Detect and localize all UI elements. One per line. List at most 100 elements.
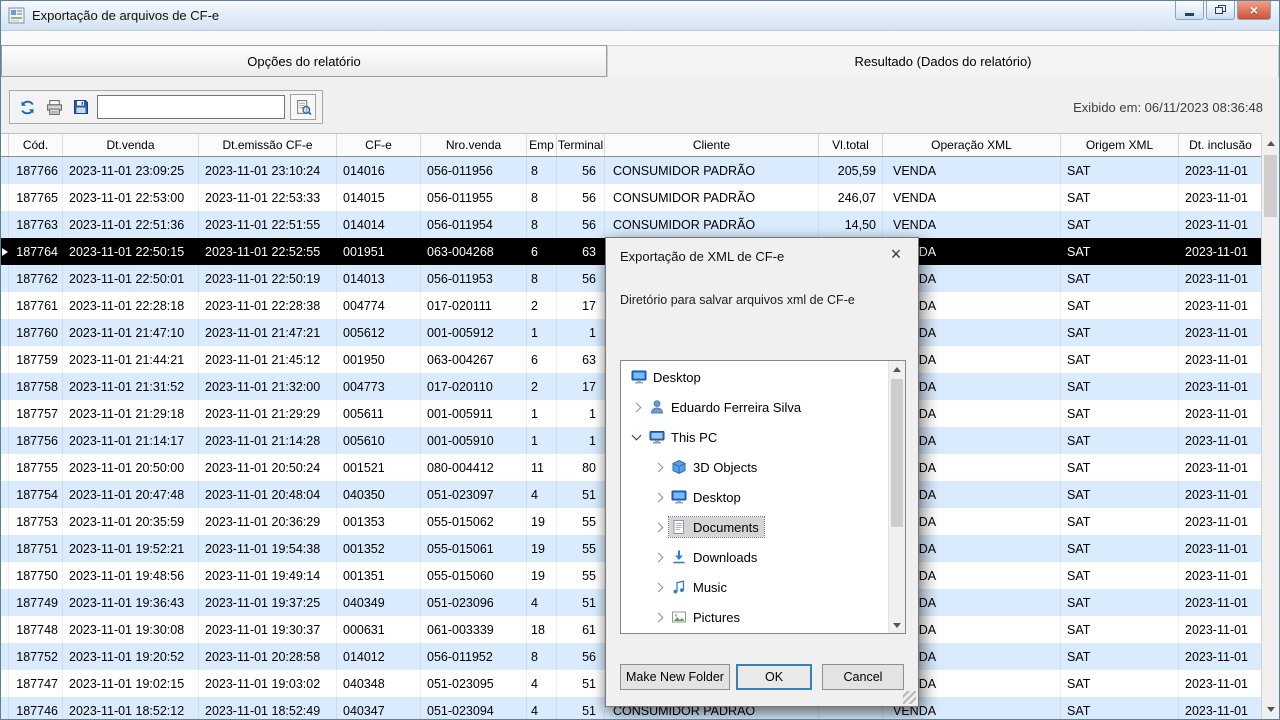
tree-item-desktop[interactable]: Desktop <box>621 482 888 512</box>
chevron-expanded-icon[interactable] <box>632 431 642 441</box>
tree-scroll-thumb[interactable] <box>891 379 903 527</box>
header-terminal[interactable]: Terminal <box>557 134 605 156</box>
header-cliente[interactable]: Cliente <box>605 134 819 156</box>
scroll-thumb[interactable] <box>1264 155 1277 217</box>
chevron-collapsed-icon[interactable] <box>654 612 664 622</box>
cell-emp: 1 <box>527 319 557 346</box>
tree-scroll-up-button[interactable] <box>889 361 905 377</box>
cell-cod: 187751 <box>9 535 63 562</box>
table-row[interactable]: 1877632023-11-01 22:51:362023-11-01 22:5… <box>1 211 1263 238</box>
toolbar-group <box>9 90 323 124</box>
tree-item-this-pc[interactable]: This PC <box>621 422 888 452</box>
window-title: Exportação de arquivos de CF-e <box>32 8 219 23</box>
tree-item-downloads[interactable]: Downloads <box>621 542 888 572</box>
cell-origem: SAT <box>1061 616 1179 643</box>
tree-scroll-down-button[interactable] <box>889 617 905 633</box>
tree-item-music[interactable]: Music <box>621 572 888 602</box>
search-input[interactable] <box>97 95 285 119</box>
cell-terminal: 80 <box>557 454 605 481</box>
cell-cod: 187762 <box>9 265 63 292</box>
ok-label: OK <box>765 670 783 684</box>
header-origem-xml[interactable]: Origem XML <box>1061 134 1179 156</box>
window-controls: × <box>1175 1 1271 20</box>
tree-item-desktop[interactable]: Desktop <box>621 362 888 392</box>
chevron-collapsed-icon[interactable] <box>654 522 664 532</box>
cell-dt_inclusao: 2023-11-01 <box>1179 373 1263 400</box>
user-icon <box>649 399 665 415</box>
restore-button[interactable] <box>1206 1 1235 20</box>
minimize-button[interactable] <box>1175 1 1204 20</box>
cell-origem: SAT <box>1061 697 1179 720</box>
cell-dt_inclusao: 2023-11-01 <box>1179 562 1263 589</box>
tree-item-inner: 3D Objects <box>669 457 762 477</box>
cell-emp: 8 <box>527 211 557 238</box>
dialog-close-button[interactable]: × <box>884 242 908 266</box>
chevron-collapsed-icon[interactable] <box>654 462 664 472</box>
ok-button[interactable]: OK <box>736 664 812 690</box>
cell-cfe: 014016 <box>337 157 421 184</box>
make-new-folder-button[interactable]: Make New Folder <box>620 664 730 690</box>
cell-emp: 1 <box>527 400 557 427</box>
tree-item-inner: Pictures <box>669 607 745 627</box>
cell-origem: SAT <box>1061 481 1179 508</box>
cell-row-marker <box>1 535 9 562</box>
preview-button[interactable] <box>290 94 316 120</box>
header-cod[interactable]: Cód. <box>9 134 63 156</box>
table-row[interactable]: 1877662023-11-01 23:09:252023-11-01 23:1… <box>1 157 1263 184</box>
close-icon: × <box>1250 3 1258 17</box>
cell-cod: 187754 <box>9 481 63 508</box>
cell-cfe: 040348 <box>337 670 421 697</box>
header-nro-venda[interactable]: Nro.venda <box>421 134 527 156</box>
tab-report-options[interactable]: Opções do relatório <box>1 45 607 77</box>
cell-emp: 2 <box>527 292 557 319</box>
print-button[interactable] <box>43 96 65 118</box>
header-operacao-xml[interactable]: Operação XML <box>883 134 1061 156</box>
cell-cod: 187763 <box>9 211 63 238</box>
cell-dt_venda: 2023-11-01 19:48:56 <box>63 562 199 589</box>
tab-report-result-label: Resultado (Dados do relatório) <box>854 54 1031 69</box>
cell-cod: 187761 <box>9 292 63 319</box>
dialog-close-icon: × <box>891 244 902 265</box>
header-cfe[interactable]: CF-e <box>337 134 421 156</box>
header-dt-inclusao[interactable]: Dt. inclusão <box>1179 134 1263 156</box>
scroll-down-icon <box>1267 707 1275 712</box>
cell-cod: 187759 <box>9 346 63 373</box>
cell-row-marker <box>1 616 9 643</box>
cell-row-marker <box>1 157 9 184</box>
cell-emp: 8 <box>527 157 557 184</box>
chevron-collapsed-icon[interactable] <box>632 402 642 412</box>
tab-report-result[interactable]: Resultado (Dados do relatório) <box>607 45 1279 77</box>
cell-dt_emissao: 2023-11-01 22:50:19 <box>199 265 337 292</box>
tree-item-pictures[interactable]: Pictures <box>621 602 888 632</box>
chevron-collapsed-icon[interactable] <box>654 552 664 562</box>
scroll-up-button[interactable] <box>1262 135 1279 152</box>
cancel-button[interactable]: Cancel <box>822 664 904 690</box>
dialog-resize-grip[interactable] <box>903 691 916 704</box>
cell-row-marker <box>1 211 9 238</box>
close-button[interactable]: × <box>1237 1 1271 20</box>
cell-nro_venda: 056-011956 <box>421 157 527 184</box>
header-dt-venda[interactable]: Dt.venda <box>63 134 199 156</box>
header-emp[interactable]: Emp <box>527 134 557 156</box>
refresh-button[interactable] <box>16 96 38 118</box>
cell-emp: 4 <box>527 670 557 697</box>
header-vl-total[interactable]: Vl.total <box>819 134 883 156</box>
chevron-collapsed-icon[interactable] <box>654 582 664 592</box>
tree-item-3d-objects[interactable]: 3D Objects <box>621 452 888 482</box>
cell-cod: 187746 <box>9 697 63 720</box>
tree-scrollbar[interactable] <box>888 361 905 633</box>
3d-objects-icon <box>671 459 687 475</box>
grid-vertical-scrollbar[interactable] <box>1261 133 1279 719</box>
tree-item-documents[interactable]: Documents <box>621 512 888 542</box>
save-button[interactable] <box>70 96 92 118</box>
tree-item-label: Desktop <box>653 370 701 385</box>
table-row[interactable]: 1877652023-11-01 22:53:002023-11-01 22:5… <box>1 184 1263 211</box>
cell-origem: SAT <box>1061 157 1179 184</box>
chevron-collapsed-icon[interactable] <box>654 492 664 502</box>
cell-dt_venda: 2023-11-01 19:52:21 <box>63 535 199 562</box>
scroll-down-button[interactable] <box>1262 701 1279 718</box>
header-dt-emissao[interactable]: Dt.emissão CF-e <box>199 134 337 156</box>
tree-item-eduardo-ferreira-silva[interactable]: Eduardo Ferreira Silva <box>621 392 888 422</box>
cell-dt_emissao: 2023-11-01 21:14:28 <box>199 427 337 454</box>
cell-nro_venda: 063-004268 <box>421 238 527 265</box>
